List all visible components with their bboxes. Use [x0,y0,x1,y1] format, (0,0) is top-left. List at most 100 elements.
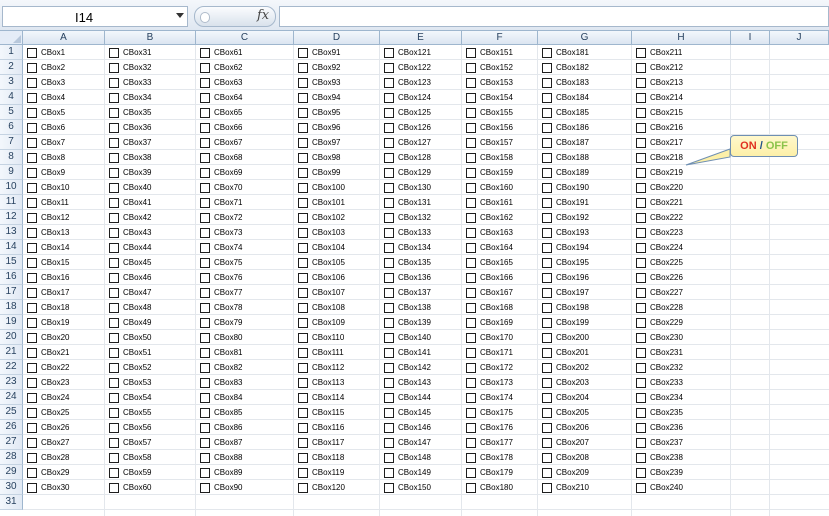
checkbox-square-icon[interactable] [636,393,646,403]
checkbox-cbox111[interactable]: CBox111 [298,347,344,359]
checkbox-square-icon[interactable] [542,108,552,118]
checkbox-square-icon[interactable] [466,273,476,283]
checkbox-cbox179[interactable]: CBox179 [466,467,513,479]
checkbox-cbox42[interactable]: CBox42 [109,212,151,224]
checkbox-square-icon[interactable] [466,408,476,418]
checkbox-cbox228[interactable]: CBox228 [636,302,683,314]
checkbox-square-icon[interactable] [298,423,308,433]
checkbox-square-icon[interactable] [109,243,119,253]
checkbox-square-icon[interactable] [636,168,646,178]
checkbox-cbox93[interactable]: CBox93 [298,77,340,89]
checkbox-square-icon[interactable] [109,48,119,58]
checkbox-square-icon[interactable] [384,288,394,298]
checkbox-cbox121[interactable]: CBox121 [384,47,431,59]
checkbox-square-icon[interactable] [109,408,119,418]
checkbox-cbox95[interactable]: CBox95 [298,107,340,119]
checkbox-cbox24[interactable]: CBox24 [27,392,69,404]
checkbox-square-icon[interactable] [542,228,552,238]
row-header-28[interactable]: 28 [0,450,23,465]
checkbox-cbox173[interactable]: CBox173 [466,377,513,389]
checkbox-cbox5[interactable]: CBox5 [27,107,65,119]
checkbox-cbox141[interactable]: CBox141 [384,347,431,359]
checkbox-cbox39[interactable]: CBox39 [109,167,151,179]
checkbox-square-icon[interactable] [298,378,308,388]
checkbox-cbox28[interactable]: CBox28 [27,452,69,464]
checkbox-square-icon[interactable] [109,288,119,298]
checkbox-square-icon[interactable] [27,333,37,343]
checkbox-cbox197[interactable]: CBox197 [542,287,589,299]
checkbox-cbox180[interactable]: CBox180 [466,482,513,494]
row-header-14[interactable]: 14 [0,240,23,255]
checkbox-square-icon[interactable] [298,123,308,133]
checkbox-square-icon[interactable] [200,303,210,313]
checkbox-cbox70[interactable]: CBox70 [200,182,242,194]
checkbox-cbox8[interactable]: CBox8 [27,152,65,164]
row-header-22[interactable]: 22 [0,360,23,375]
checkbox-square-icon[interactable] [384,243,394,253]
checkbox-square-icon[interactable] [466,138,476,148]
checkbox-square-icon[interactable] [466,123,476,133]
checkbox-cbox112[interactable]: CBox112 [298,362,344,374]
checkbox-cbox53[interactable]: CBox53 [109,377,151,389]
checkbox-cbox50[interactable]: CBox50 [109,332,151,344]
checkbox-cbox222[interactable]: CBox222 [636,212,683,224]
checkbox-square-icon[interactable] [466,48,476,58]
checkbox-cbox115[interactable]: CBox115 [298,407,344,419]
checkbox-square-icon[interactable] [298,198,308,208]
checkbox-square-icon[interactable] [27,363,37,373]
checkbox-cbox88[interactable]: CBox88 [200,452,242,464]
column-header-i[interactable]: I [731,31,770,45]
checkbox-square-icon[interactable] [384,213,394,223]
checkbox-square-icon[interactable] [542,423,552,433]
checkbox-cbox102[interactable]: CBox102 [298,212,345,224]
checkbox-square-icon[interactable] [542,243,552,253]
checkbox-cbox172[interactable]: CBox172 [466,362,513,374]
checkbox-square-icon[interactable] [200,198,210,208]
checkbox-square-icon[interactable] [298,213,308,223]
checkbox-cbox78[interactable]: CBox78 [200,302,242,314]
checkbox-cbox193[interactable]: CBox193 [542,227,589,239]
checkbox-square-icon[interactable] [636,123,646,133]
checkbox-square-icon[interactable] [27,393,37,403]
checkbox-cbox7[interactable]: CBox7 [27,137,65,149]
checkbox-cbox221[interactable]: CBox221 [636,197,683,209]
checkbox-cbox83[interactable]: CBox83 [200,377,242,389]
checkbox-cbox77[interactable]: CBox77 [200,287,242,299]
chevron-down-icon[interactable] [176,13,184,18]
checkbox-cbox138[interactable]: CBox138 [384,302,431,314]
checkbox-square-icon[interactable] [466,318,476,328]
checkbox-cbox165[interactable]: CBox165 [466,257,513,269]
checkbox-square-icon[interactable] [384,408,394,418]
checkbox-cbox135[interactable]: CBox135 [384,257,431,269]
checkbox-cbox143[interactable]: CBox143 [384,377,431,389]
checkbox-cbox68[interactable]: CBox68 [200,152,242,164]
checkbox-square-icon[interactable] [466,93,476,103]
checkbox-cbox21[interactable]: CBox21 [27,347,69,359]
checkbox-square-icon[interactable] [27,123,37,133]
checkbox-cbox90[interactable]: CBox90 [200,482,242,494]
row-header-31[interactable]: 31 [0,495,23,510]
checkbox-square-icon[interactable] [109,198,119,208]
checkbox-square-icon[interactable] [200,168,210,178]
checkbox-cbox2[interactable]: CBox2 [27,62,65,74]
checkbox-cbox150[interactable]: CBox150 [384,482,431,494]
checkbox-square-icon[interactable] [466,453,476,463]
checkbox-square-icon[interactable] [298,438,308,448]
column-header-g[interactable]: G [538,31,632,45]
checkbox-square-icon[interactable] [298,288,308,298]
checkbox-square-icon[interactable] [298,348,308,358]
checkbox-square-icon[interactable] [636,183,646,193]
checkbox-square-icon[interactable] [466,288,476,298]
checkbox-cbox239[interactable]: CBox239 [636,467,683,479]
checkbox-cbox36[interactable]: CBox36 [109,122,151,134]
checkbox-cbox220[interactable]: CBox220 [636,182,683,194]
checkbox-square-icon[interactable] [636,153,646,163]
checkbox-square-icon[interactable] [298,48,308,58]
checkbox-square-icon[interactable] [384,378,394,388]
checkbox-square-icon[interactable] [466,78,476,88]
checkbox-square-icon[interactable] [109,318,119,328]
checkbox-square-icon[interactable] [109,168,119,178]
row-header-2[interactable]: 2 [0,60,23,75]
checkbox-square-icon[interactable] [109,348,119,358]
column-header-f[interactable]: F [462,31,538,45]
